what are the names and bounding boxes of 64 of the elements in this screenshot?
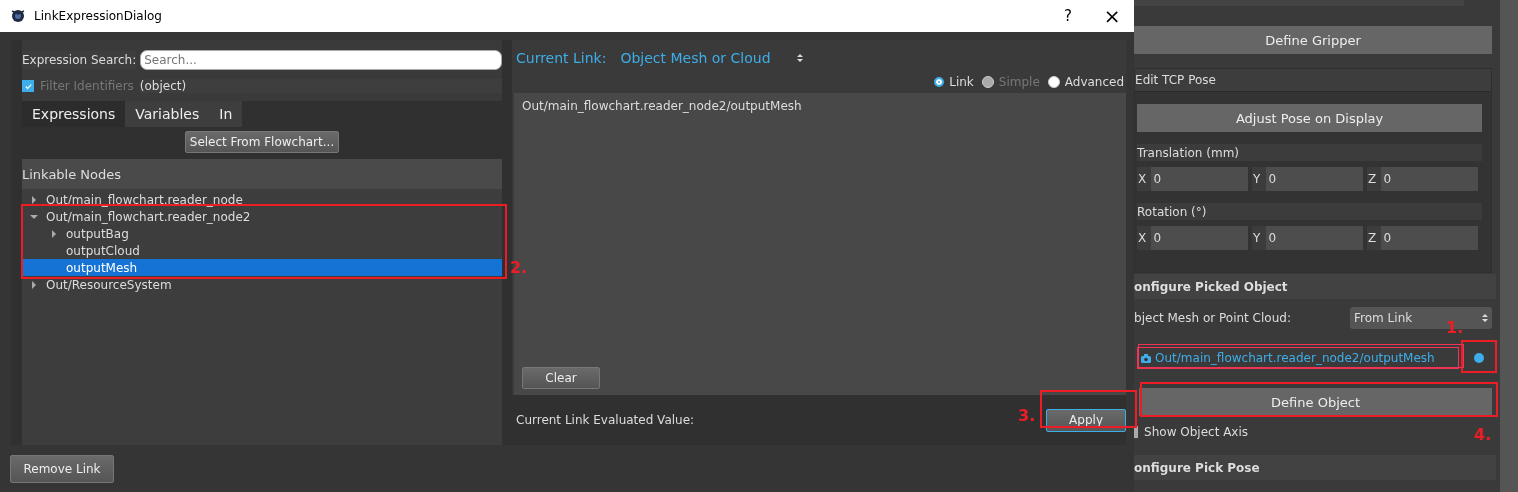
current-link-select[interactable]: Object Mesh or Cloud	[620, 50, 811, 66]
search-field[interactable]: Search...	[140, 50, 502, 70]
filter-label: Filter Identifiers	[40, 79, 134, 93]
axis-label: X	[1137, 226, 1151, 250]
number-field[interactable]: 0	[1380, 167, 1479, 191]
filter-value: (object)	[139, 79, 502, 93]
define-object-button[interactable]: Define Object	[1139, 388, 1493, 416]
caret-right-icon[interactable]	[50, 229, 58, 238]
show-axis-label: Show Object Axis	[1144, 425, 1249, 439]
define-gripper-button[interactable]: Define Gripper	[1134, 26, 1493, 54]
apply-button[interactable]: Apply	[1046, 408, 1127, 432]
tree-item[interactable]: Out/main_flowchart.reader_node	[22, 191, 502, 208]
tree-item[interactable]: Out/ResourceSystem	[22, 276, 502, 293]
number-field[interactable]: 0	[1380, 226, 1479, 250]
help-button[interactable]: ?	[1046, 0, 1091, 32]
axis-label: Y	[1252, 167, 1266, 191]
window-title: LinkExpressionDialog	[34, 9, 163, 23]
number-field[interactable]: 0	[1265, 167, 1364, 191]
annotation-number: 3.	[1018, 406, 1036, 425]
expression-text[interactable]: Out/main_flowchart.reader_node2/outputMesh	[522, 99, 1119, 113]
filter-checkbox[interactable]	[22, 80, 34, 92]
rotation-label: Rotation (°)	[1137, 203, 1483, 220]
spinner-arrows-icon	[1482, 313, 1489, 323]
section-header: onfigure Picked Object	[1134, 274, 1497, 299]
spinner-arrows-icon	[796, 53, 803, 63]
caret-down-icon[interactable]	[30, 212, 38, 221]
number-field[interactable]: 0	[1150, 226, 1249, 250]
section-header: onfigure Pick Pose	[1134, 455, 1497, 480]
tab[interactable]: In	[209, 101, 243, 127]
select-from-flowchart-button[interactable]: Select From Flowchart...	[184, 131, 340, 153]
number-field[interactable]: 0	[1265, 226, 1364, 250]
axis-label: Z	[1367, 167, 1381, 191]
adjust-pose-button[interactable]: Adjust Pose on Display	[1137, 104, 1483, 132]
camera-icon	[1141, 353, 1152, 363]
annotation-number: 2.	[510, 258, 528, 277]
clear-button[interactable]: Clear	[522, 367, 600, 389]
tree-header: Linkable Nodes	[22, 159, 502, 189]
axis-label: Y	[1252, 226, 1266, 250]
tab[interactable]: Expressions	[22, 101, 126, 127]
caret-right-icon[interactable]	[30, 195, 38, 204]
search-label: Expression Search:	[22, 51, 137, 69]
mode-radio[interactable]: Link	[934, 75, 974, 89]
mesh-source-label: bject Mesh or Point Cloud:	[1134, 311, 1291, 325]
remove-link-button[interactable]: Remove Link	[10, 454, 114, 483]
translation-label: Translation (mm)	[1137, 144, 1483, 161]
current-link-label: Current Link:	[516, 50, 607, 66]
evaluated-value-label: Current Link Evaluated Value:	[516, 413, 695, 427]
group-title: Edit TCP Pose	[1135, 69, 1492, 92]
number-field[interactable]: 0	[1150, 167, 1249, 191]
tab[interactable]: Variables	[125, 101, 210, 127]
tree-item[interactable]: outputBag	[22, 225, 502, 242]
close-button[interactable]: ×	[1090, 0, 1135, 32]
tree-item[interactable]: Out/main_flowchart.reader_node2	[22, 208, 502, 225]
axis-label: X	[1137, 167, 1151, 191]
tree-item[interactable]: outputCloud	[22, 242, 502, 259]
axis-label: Z	[1367, 226, 1381, 250]
show-axis-checkbox[interactable]	[1134, 426, 1139, 438]
caret-right-icon[interactable]	[30, 280, 38, 289]
mode-radio[interactable]: Advanced	[1047, 75, 1125, 89]
tree-item[interactable]: outputMesh	[22, 259, 502, 276]
link-field[interactable]: Out/main_flowchart.reader_node2/outputMesh	[1137, 347, 1460, 369]
app-logo-icon	[10, 8, 26, 24]
link-status-dot[interactable]	[1474, 353, 1485, 363]
annotation-number: 4.	[1474, 425, 1492, 444]
